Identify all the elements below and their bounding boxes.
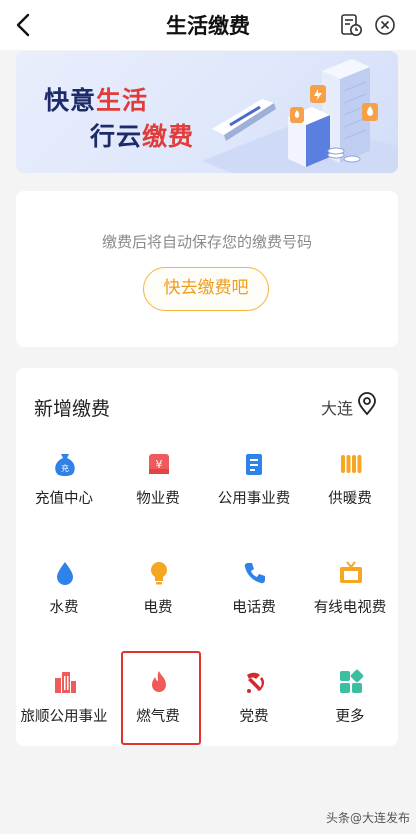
grid-item-recharge-center[interactable]: 充 充值中心 <box>16 451 112 531</box>
grid-item-phone-fee[interactable]: 电话费 <box>206 560 302 640</box>
save-hint-text: 缴费后将自动保存您的缴费号码 <box>101 233 312 251</box>
bill-history-icon[interactable] <box>339 13 363 37</box>
grid-item-label: 供暖费 <box>328 491 372 507</box>
grid-item-cable-tv-fee[interactable]: 有线电视费 <box>302 560 398 640</box>
highlight-box <box>121 651 201 745</box>
radiator-icon <box>341 455 362 473</box>
quick-pay-button[interactable]: 快去缴费吧 <box>143 267 269 311</box>
new-payment-card: 新增缴费 大连 充 充值中心 ¥ 物业费 公用事业费 供暖费 水费 电费 电话费… <box>16 368 398 746</box>
location-pin-icon[interactable] <box>356 392 378 416</box>
grid-item-utility-fee[interactable]: 公用事业费 <box>206 451 302 531</box>
saved-bills-card: 缴费后将自动保存您的缴费号码 快去缴费吧 <box>16 191 398 347</box>
tv-icon <box>340 561 362 583</box>
banner-slogan-line1: 快意生活 <box>44 86 149 115</box>
watermark: 头条@大连发布 <box>325 811 410 825</box>
recharge-bag-icon: 充 <box>55 454 75 476</box>
banner-slogan-line2: 行云缴费 <box>90 122 195 151</box>
property-fee-icon: ¥ <box>149 454 169 474</box>
utility-doc-icon <box>246 454 262 475</box>
more-grid-icon <box>340 669 364 693</box>
promo-banner[interactable]: 快意生活 行云缴费 <box>16 51 398 173</box>
grid-item-label: 有线电视费 <box>313 600 387 616</box>
water-drop-icon <box>57 562 73 585</box>
grid-item-lushun-utility[interactable]: 旅顺公用事业 <box>16 669 112 749</box>
grid-item-water-fee[interactable]: 水费 <box>16 560 112 640</box>
section-title: 新增缴费 <box>34 398 111 420</box>
building-icon <box>55 672 76 693</box>
grid-item-electricity-fee[interactable]: 电费 <box>110 560 206 640</box>
party-emblem-icon <box>247 672 265 693</box>
grid-item-more[interactable]: 更多 <box>302 669 398 749</box>
close-circle-icon[interactable] <box>373 13 397 37</box>
grid-item-property-fee[interactable]: ¥ 物业费 <box>110 451 206 531</box>
city-selector[interactable]: 大连 <box>321 395 353 419</box>
grid-item-heating-fee[interactable]: 供暖费 <box>302 451 398 531</box>
grid-item-label: 更多 <box>335 709 365 725</box>
city-illustration <box>202 59 398 173</box>
header-bar: 生活缴费 <box>0 0 416 50</box>
light-bulb-icon <box>151 562 167 585</box>
grid-item-party-fee[interactable]: 党费 <box>206 669 302 749</box>
svg-text:充: 充 <box>61 463 69 473</box>
phone-icon <box>244 563 265 584</box>
